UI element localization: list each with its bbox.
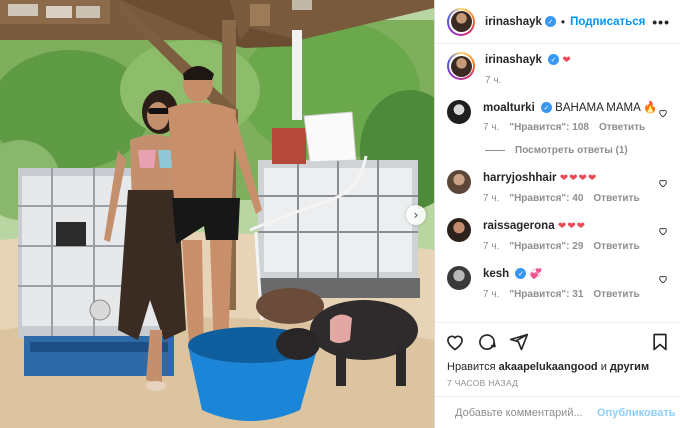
author-username[interactable]: irinashayk bbox=[485, 16, 542, 28]
comment-item: kesh ✓ 💞 7 ч. "Нравится": 31 Ответить bbox=[447, 266, 668, 300]
comment-username[interactable]: kesh bbox=[483, 268, 509, 280]
share-icon[interactable] bbox=[509, 332, 529, 352]
post-side-panel: irinashayk ✓ • Подписаться ••• irinashay… bbox=[434, 0, 680, 428]
comment-time: 7 ч. bbox=[483, 289, 500, 300]
view-replies-button[interactable]: Посмотреть ответы (1) bbox=[485, 145, 668, 156]
comment-item: raissagerona ❤❤❤ 7 ч. "Нравится": 29 Отв… bbox=[447, 218, 668, 252]
caption-username[interactable]: irinashayk bbox=[485, 54, 542, 66]
post-header: irinashayk ✓ • Подписаться ••• bbox=[435, 0, 680, 44]
reply-button[interactable]: Ответить bbox=[593, 289, 639, 300]
likes-summary: Нравится akaapelukaangood и другим bbox=[435, 360, 680, 374]
action-bar bbox=[435, 322, 680, 360]
likes-middle: и bbox=[597, 361, 610, 373]
verified-icon: ✓ bbox=[544, 16, 556, 27]
comment-username[interactable]: moalturki bbox=[483, 102, 535, 114]
heart-small-icon[interactable] bbox=[658, 178, 668, 188]
beach-photo-illustration bbox=[0, 0, 434, 428]
caption-time: 7 ч. bbox=[485, 75, 502, 86]
post-dialog: › irinashayk ✓ • Подписаться ••• irinash… bbox=[0, 0, 680, 428]
author-avatar[interactable] bbox=[447, 7, 475, 36]
comment-icon[interactable] bbox=[477, 332, 497, 352]
comment-likes[interactable]: "Нравится": 29 bbox=[509, 241, 583, 252]
likes-user-link[interactable]: akaapelukaangood bbox=[499, 361, 598, 373]
like-icon[interactable] bbox=[445, 332, 465, 352]
verified-icon: ✓ bbox=[548, 54, 560, 66]
caption-avatar[interactable] bbox=[447, 52, 475, 80]
caption: irinashayk ✓ ❤ 7 ч. bbox=[447, 52, 668, 86]
comment-text: 💞 bbox=[529, 269, 544, 280]
comment-time: 7 ч. bbox=[483, 122, 500, 133]
comment-time: 7 ч. bbox=[483, 193, 500, 204]
author-avatar-image bbox=[450, 11, 472, 32]
comment-item: harryjoshhair ❤❤❤❤ 7 ч. "Нравится": 40 О… bbox=[447, 170, 668, 204]
comment-time: 7 ч. bbox=[483, 241, 500, 252]
view-replies-label: Посмотреть ответы (1) bbox=[515, 145, 628, 156]
comment-likes[interactable]: "Нравится": 108 bbox=[509, 122, 589, 133]
comment-input[interactable] bbox=[455, 406, 597, 419]
likes-others-link[interactable]: другим bbox=[610, 361, 649, 373]
heart-small-icon[interactable] bbox=[658, 226, 668, 236]
verified-icon: ✓ bbox=[515, 268, 527, 280]
reply-button[interactable]: Ответить bbox=[599, 122, 645, 133]
comment-likes[interactable]: "Нравится": 31 bbox=[509, 289, 583, 300]
comment-text: ❤❤❤ bbox=[557, 221, 586, 232]
caption-avatar-image bbox=[450, 55, 472, 77]
comment-likes[interactable]: "Нравится": 40 bbox=[509, 193, 583, 204]
commenter-avatar[interactable] bbox=[447, 100, 471, 124]
heart-small-icon[interactable] bbox=[658, 274, 668, 284]
comment-item: moalturki ✓ BAHAMA MAMA 🔥 7 ч. "Нравится… bbox=[447, 100, 668, 133]
chevron-right-icon: › bbox=[413, 208, 419, 222]
save-icon[interactable] bbox=[650, 332, 670, 352]
publish-button[interactable]: Опубликовать bbox=[597, 407, 676, 419]
verified-icon: ✓ bbox=[540, 102, 552, 114]
comment-username[interactable]: raissagerona bbox=[483, 220, 555, 232]
comment-text: ❤❤❤❤ bbox=[559, 173, 598, 184]
comment-username[interactable]: harryjoshhair bbox=[483, 172, 557, 184]
commenter-avatar[interactable] bbox=[447, 170, 471, 194]
likes-prefix: Нравится bbox=[447, 361, 499, 373]
reply-button[interactable]: Ответить bbox=[593, 193, 639, 204]
next-photo-button[interactable]: › bbox=[406, 205, 426, 225]
post-photo[interactable]: › bbox=[0, 0, 434, 428]
reply-button[interactable]: Ответить bbox=[593, 241, 639, 252]
commenter-avatar[interactable] bbox=[447, 266, 471, 290]
commenter-avatar[interactable] bbox=[447, 218, 471, 242]
comments-list[interactable]: irinashayk ✓ ❤ 7 ч. moalturki ✓ BAHAMA M… bbox=[435, 44, 680, 322]
caption-text: ❤ bbox=[562, 55, 572, 66]
comment-text: BAHAMA MAMA 🔥 bbox=[555, 102, 658, 114]
post-timestamp: 7 ЧАСОВ НАЗАД bbox=[447, 378, 519, 388]
more-options-icon[interactable]: ••• bbox=[652, 14, 670, 30]
separator-dot: • bbox=[560, 14, 566, 29]
heart-small-icon[interactable] bbox=[658, 108, 668, 118]
replies-line bbox=[485, 150, 505, 151]
add-comment-bar: Опубликовать bbox=[435, 396, 680, 428]
follow-button[interactable]: Подписаться bbox=[570, 16, 645, 28]
